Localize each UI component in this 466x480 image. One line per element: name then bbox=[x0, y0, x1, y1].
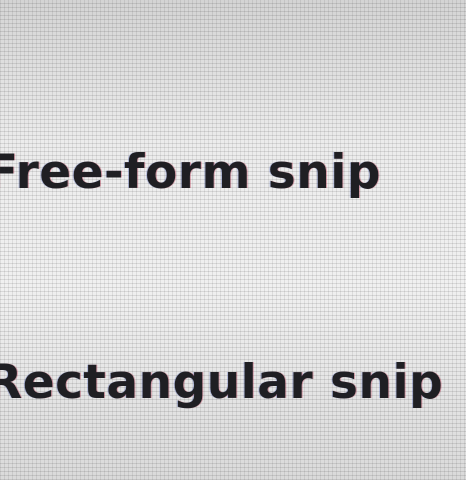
menu-item-label: Rectangular snip bbox=[0, 354, 444, 410]
menu-item-label: Free-form snip bbox=[0, 144, 381, 200]
snip-mode-menu: Free-form snip Rectangular snip bbox=[0, 0, 466, 480]
menu-item-free-form-snip[interactable]: Free-form snip bbox=[0, 132, 456, 212]
menu-item-rectangular-snip[interactable]: Rectangular snip bbox=[0, 342, 456, 422]
